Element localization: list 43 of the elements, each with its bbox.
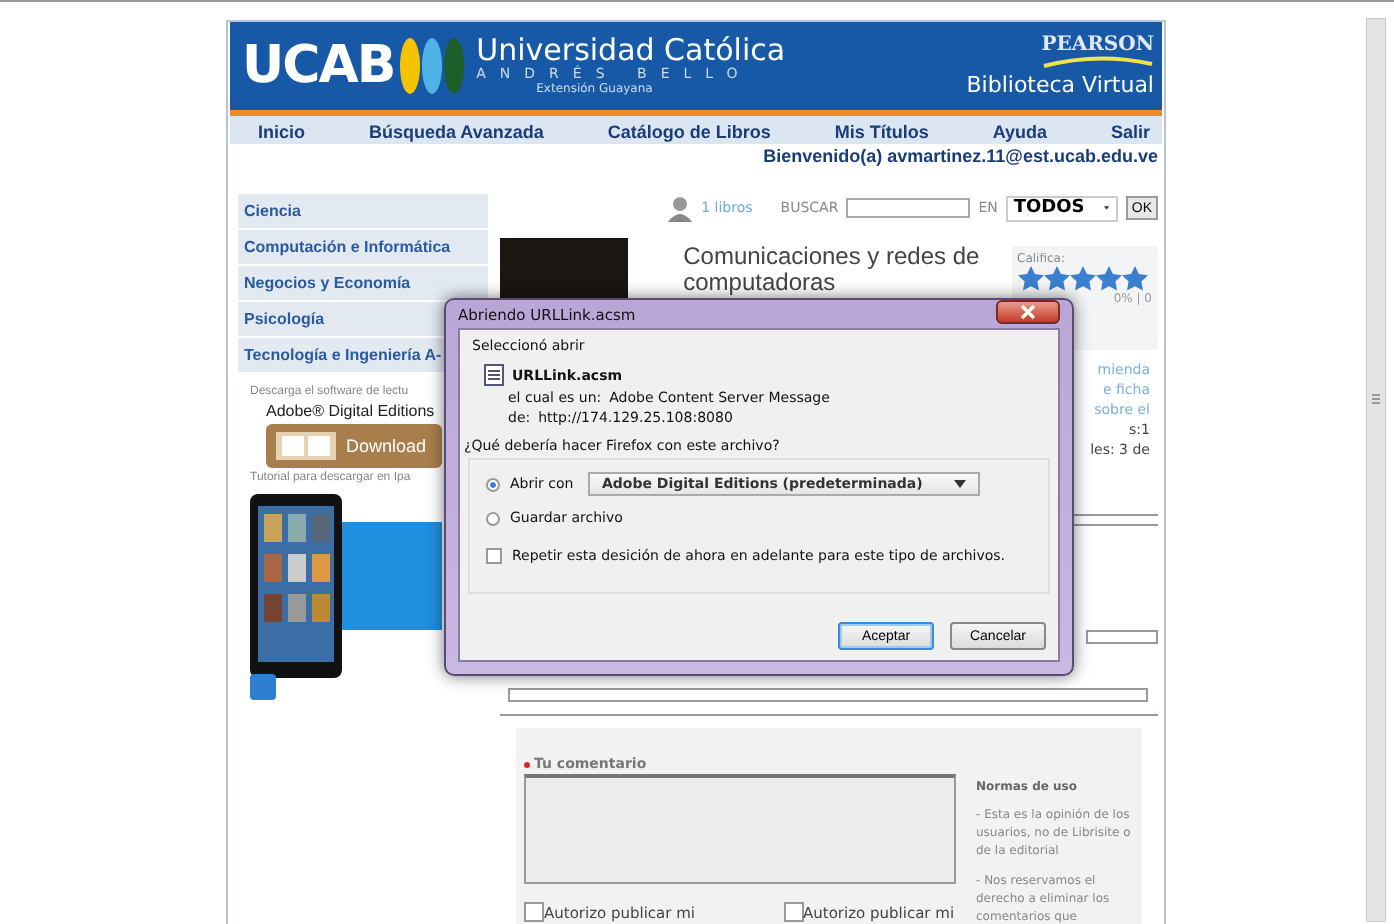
library-name: Biblioteca Virtual bbox=[966, 74, 1154, 96]
user-icon bbox=[665, 195, 694, 221]
comment-field[interactable] bbox=[524, 774, 956, 884]
category-item[interactable]: Computación e Informática bbox=[238, 230, 488, 264]
swoosh-icon bbox=[1042, 56, 1154, 68]
nav-link[interactable]: Búsqueda Avanzada bbox=[369, 121, 544, 141]
search-field[interactable] bbox=[846, 198, 971, 218]
close-button[interactable] bbox=[996, 300, 1060, 324]
scope-dropdown[interactable]: TODOS bbox=[1005, 195, 1118, 221]
product-name: Adobe® Digital Editions bbox=[266, 402, 435, 420]
star-icon[interactable] bbox=[1095, 266, 1122, 292]
star-icon[interactable] bbox=[1043, 266, 1070, 292]
scrollbar[interactable] bbox=[1366, 18, 1386, 922]
file-icon bbox=[484, 364, 504, 386]
category-item[interactable]: Ciencia bbox=[238, 194, 488, 228]
nav-link[interactable]: Salir bbox=[1110, 121, 1150, 141]
nav-link[interactable]: Catálogo de Libros bbox=[607, 121, 771, 141]
leaves-logo-icon bbox=[398, 32, 467, 100]
star-icon[interactable] bbox=[1069, 266, 1096, 292]
caret-icon bbox=[1104, 204, 1110, 212]
university-name: Universidad Católica bbox=[476, 36, 786, 66]
book-icon bbox=[276, 432, 336, 460]
radio-button[interactable] bbox=[486, 477, 500, 491]
required-marker-icon bbox=[524, 761, 530, 767]
remember-checkbox[interactable] bbox=[486, 548, 502, 564]
category-item[interactable]: Negocios y Economía bbox=[238, 266, 488, 300]
download-button[interactable]: Download bbox=[266, 424, 443, 468]
input-field[interactable] bbox=[1086, 630, 1158, 644]
star-icon[interactable] bbox=[1121, 266, 1148, 292]
book-title: Comunicaciones y redes de computadoras bbox=[683, 244, 982, 295]
consent-checkbox[interactable] bbox=[783, 902, 804, 922]
caret-icon bbox=[954, 480, 966, 488]
logo-text: UCAB bbox=[242, 36, 395, 96]
welcome-text: Bienvenido(a) avmartinez.11@est.ucab.edu.ve bbox=[763, 146, 1158, 170]
close-icon bbox=[1020, 304, 1036, 320]
consent-checkbox[interactable] bbox=[524, 902, 544, 922]
nav-link[interactable]: Inicio bbox=[258, 121, 306, 141]
publisher-name: PEARSON bbox=[1041, 36, 1154, 56]
nav-link[interactable]: Ayuda bbox=[992, 121, 1047, 141]
input-field[interactable] bbox=[508, 688, 1148, 702]
nav-link[interactable]: Mis Títulos bbox=[834, 121, 929, 141]
star-icon[interactable] bbox=[1017, 266, 1044, 292]
radio-button[interactable] bbox=[486, 511, 500, 525]
